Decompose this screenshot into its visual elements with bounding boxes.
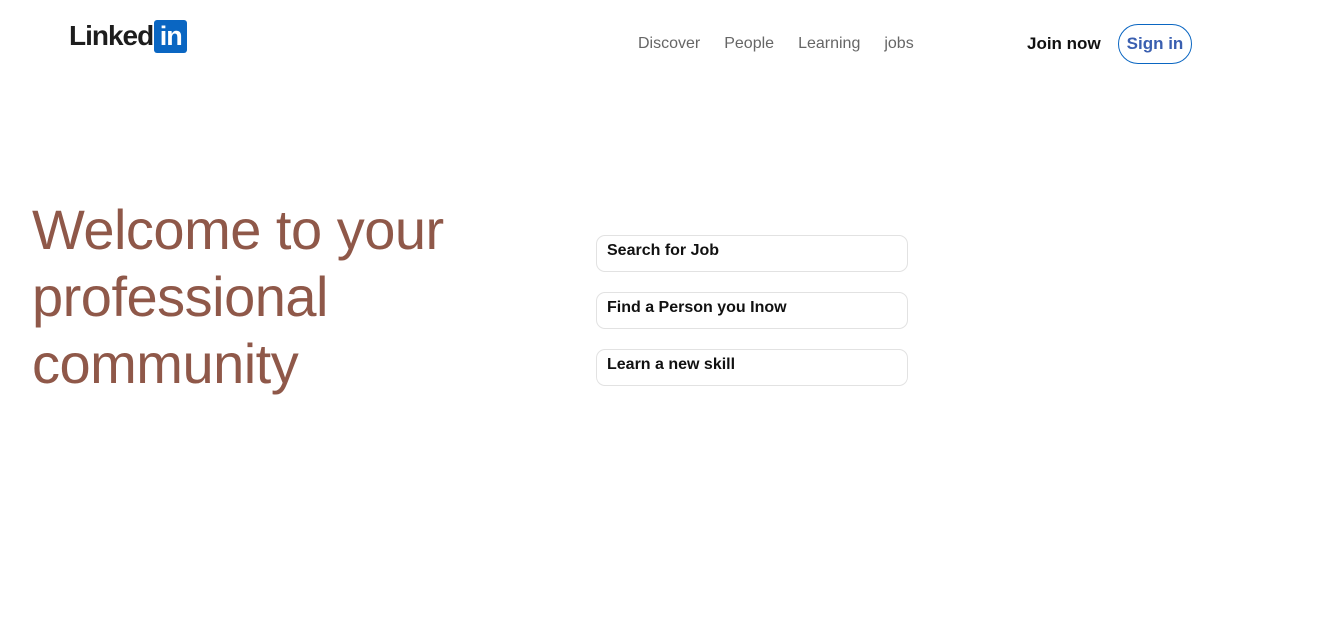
logo-wordmark: Linked <box>69 20 154 51</box>
linkedin-logo[interactable]: Linked in <box>69 19 188 53</box>
join-now-link[interactable]: Join now <box>1027 33 1101 55</box>
hero-options: Search for Job Find a Person you Inow Le… <box>596 235 908 406</box>
hero-headline: Welcome to your professional community <box>32 198 444 395</box>
option-find-person[interactable]: Find a Person you Inow <box>596 292 908 329</box>
option-search-job[interactable]: Search for Job <box>596 235 908 272</box>
nav-learning[interactable]: Learning <box>798 33 860 55</box>
page: Linked in Discover People Learning jobs … <box>0 0 1318 629</box>
nav-discover[interactable]: Discover <box>638 33 700 55</box>
sign-in-button[interactable]: Sign in <box>1118 24 1192 64</box>
option-learn-skill[interactable]: Learn a new skill <box>596 349 908 386</box>
nav-jobs[interactable]: jobs <box>884 33 913 55</box>
nav-people[interactable]: People <box>724 33 774 55</box>
logo-in-badge: in <box>154 19 188 53</box>
top-nav: Discover People Learning jobs <box>638 33 938 55</box>
